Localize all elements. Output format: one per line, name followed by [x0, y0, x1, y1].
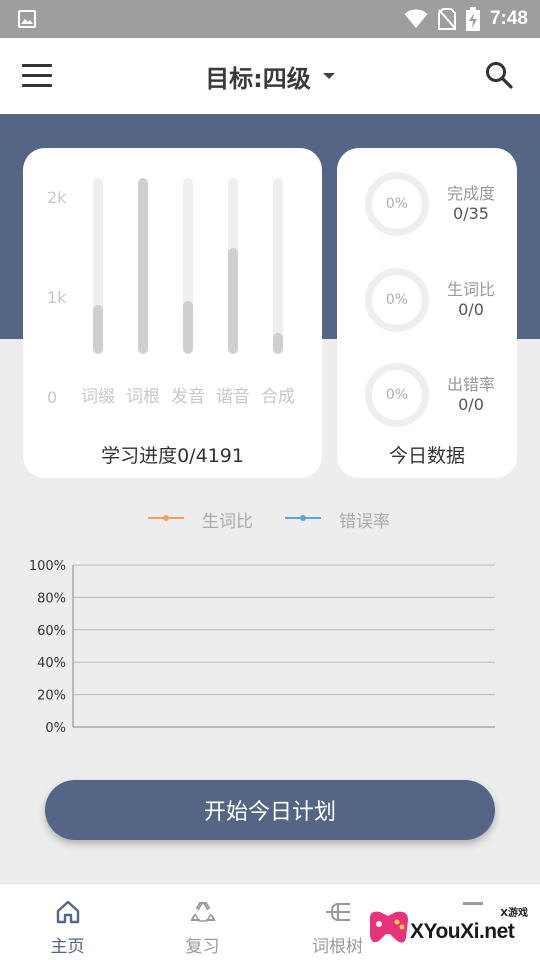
y-tick-label: 0% — [45, 721, 66, 736]
progress-bar — [183, 301, 193, 354]
progress-bar-track — [93, 178, 103, 354]
chart-legend: 生词比 错误率 — [0, 505, 540, 533]
battery-charging-icon — [465, 7, 480, 31]
progress-ring: 0% — [365, 268, 429, 332]
y-tick-label: 100% — [29, 559, 66, 574]
nav-label: 主页 — [50, 937, 85, 957]
recycle-icon — [189, 901, 216, 922]
legend-label: 生词比 — [202, 512, 253, 532]
search-icon[interactable] — [484, 60, 514, 90]
target-selector[interactable]: 目标:四级 — [0, 38, 540, 114]
y-tick-label: 20% — [37, 689, 66, 704]
progress-bar — [273, 332, 283, 354]
image-icon — [18, 10, 36, 28]
no-sim-icon — [437, 8, 456, 30]
caret-down-icon — [322, 73, 335, 79]
stat-label: 出错率 — [446, 375, 495, 394]
stat-error-rate: 0% 出错率 0/0 — [337, 355, 517, 435]
stat-value: 0/35 — [453, 204, 489, 223]
app-bar: 目标:四级 — [0, 38, 540, 114]
progress-bar — [93, 304, 103, 354]
stat-label: 生词比 — [446, 280, 495, 299]
bar-label: 发音 — [171, 387, 205, 407]
y-tick-label: 80% — [37, 591, 66, 606]
study-progress-caption: 学习进度0/4191 — [101, 445, 244, 467]
y-tick: 0 — [47, 388, 58, 407]
legend-dot — [163, 515, 169, 521]
bar-label: 词根 — [126, 387, 160, 407]
progress-bar-track — [228, 178, 238, 354]
wifi-icon — [404, 9, 428, 28]
legend-label: 错误率 — [339, 512, 390, 532]
stat-value: 0/0 — [458, 300, 484, 319]
nav-label: 复习 — [185, 937, 220, 957]
nav-home[interactable]: 主页 — [0, 884, 135, 960]
watermark-small-text: X游戏 — [500, 908, 528, 919]
watermark: X游戏 XYouXi.net — [364, 900, 534, 956]
bar-label: 谐音 — [216, 387, 250, 407]
progress-ring: 0% — [365, 363, 429, 427]
today-data-caption: 今日数据 — [388, 445, 465, 467]
progress-ring: 0% — [365, 172, 429, 236]
progress-bar — [228, 248, 238, 354]
legend-dot — [300, 515, 306, 521]
home-icon — [56, 900, 79, 924]
stat-new-words: 0% 生词比 0/0 — [337, 260, 517, 340]
nav-review[interactable]: 复习 — [135, 884, 270, 960]
tree-icon — [325, 903, 350, 921]
start-plan-button[interactable]: 开始今日计划 — [45, 780, 495, 840]
stat-completion: 0% 完成度 0/35 — [337, 164, 517, 244]
progress-bar — [138, 178, 148, 354]
stat-value: 0/0 — [458, 395, 484, 414]
stat-label: 完成度 — [446, 184, 495, 203]
study-progress-card[interactable]: 2k 1k 0 词缀 词根 发音 谐音 合成 学习进度0/4191 — [23, 148, 322, 478]
today-data-card[interactable]: 0% 完成度 0/35 0% 生词比 0/0 0% 出错率 0/0 今日数据 — [337, 148, 517, 478]
clock: 7:48 — [489, 8, 528, 29]
status-bar: 7:48 — [0, 0, 540, 38]
gamepad-logo-icon — [370, 911, 408, 943]
bar-label: 词缀 — [81, 387, 115, 407]
bar-label: 合成 — [261, 387, 295, 407]
y-tick-label: 60% — [37, 624, 66, 639]
page-title: 目标:四级 — [205, 64, 311, 93]
y-tick-label: 40% — [37, 656, 66, 671]
progress-bar-track — [273, 178, 283, 354]
y-tick: 1k — [47, 288, 67, 307]
trend-line-chart: 100% 80% 60% 40% 20% 0% — [29, 559, 495, 736]
y-tick: 2k — [47, 188, 67, 207]
progress-bar-track — [138, 178, 148, 354]
watermark-text: XYouXi.net — [410, 920, 515, 943]
progress-bar-track — [183, 178, 193, 354]
